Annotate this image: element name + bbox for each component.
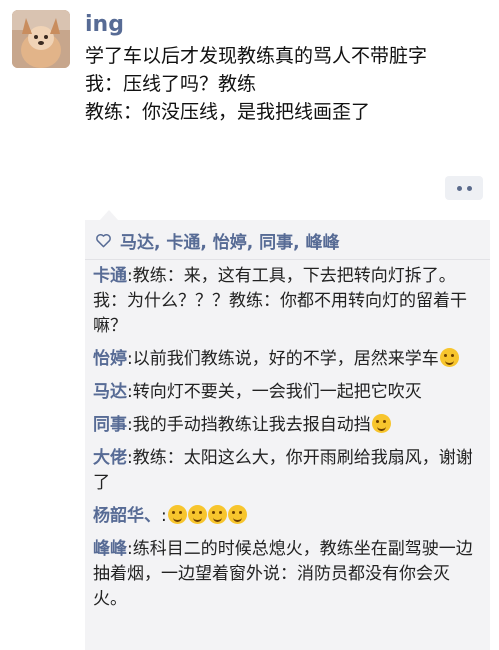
laughing-face-emoji-icon <box>207 505 227 524</box>
comment-item[interactable]: 卡通:教练：来，这有工具，下去把转向灯拆了。我：为什么？？？教练：你都不用转向灯… <box>93 264 482 339</box>
comment-item[interactable]: 大佬:教练：太阳这么大，你开雨刷给我扇风，谢谢了 <box>93 446 482 496</box>
comment-text: 我的手动挡教练让我去报自动挡 <box>132 415 371 435</box>
laughing-face-emoji-icon <box>439 348 459 367</box>
commenter-name[interactable]: 杨韶华、 <box>93 506 161 526</box>
comment-text: 转向灯不要关，一会我们一起把它吹灭 <box>132 382 422 402</box>
comment-separator: : <box>161 506 167 526</box>
heart-outline-icon <box>96 233 111 247</box>
more-button[interactable] <box>445 176 483 200</box>
comment-list: 卡通: 教练：来，这有工具，下去把转向灯拆了。我：为什么？？？教练：你都不用转向灯… <box>85 260 490 612</box>
commenter-name[interactable]: 卡通 <box>93 266 127 286</box>
commenter-name[interactable]: 大佬 <box>93 448 127 468</box>
likes-row: 马达, 卡通, 怡婷, 同事, 峰峰 <box>85 220 490 260</box>
laughing-face-emoji-icon <box>227 505 247 524</box>
post-line: 我：压线了吗？教练 <box>85 73 257 95</box>
dog-photo-avatar-icon <box>12 10 70 68</box>
comment-item[interactable]: 杨韶华、: <box>93 504 482 529</box>
more-dots-icon <box>456 185 462 191</box>
comment-item[interactable]: 峰峰:练科目二的时候总熄火，教练坐在副驾驶一边抽着烟，一边望着窗外说：消防员都没… <box>93 537 482 612</box>
commenter-name[interactable]: 马达 <box>93 382 127 402</box>
post-line: 学了车以后才发现教练真的骂人不带脏字 <box>85 45 428 67</box>
avatar[interactable] <box>12 10 70 68</box>
laughing-face-emoji-icon <box>371 414 391 433</box>
comment-item[interactable]: 同事:我的手动挡教练让我去报自动挡 <box>93 413 482 438</box>
comment-text: 教练：来，这有工具，下去把转向灯拆了。我：为什么？？？教练：你都不用转向灯的留着… <box>93 266 467 336</box>
commenter-name[interactable]: 峰峰 <box>93 539 127 559</box>
author-name[interactable]: ing <box>85 12 124 37</box>
commenter-name[interactable]: 同事 <box>93 415 127 435</box>
post-content: 学了车以后才发现教练真的骂人不带脏字 我：压线了吗？教练 教练：你没压线，是我把… <box>85 42 485 126</box>
likes-names[interactable]: 马达, 卡通, 怡婷, 同事, 峰峰 <box>120 228 340 253</box>
post-line: 教练：你没压线，是我把线画歪了 <box>85 101 371 123</box>
comment-text: 练科目二的时候总熄火，教练坐在副驾驶一边抽着烟，一边望着窗外说：消防员都没有你会… <box>93 539 473 609</box>
commenter-name[interactable]: 怡婷 <box>93 349 127 369</box>
more-dots-icon <box>466 185 472 191</box>
comment-text: 教练：太阳这么大，你开雨刷给我扇风，谢谢了 <box>93 448 473 493</box>
laughing-face-emoji-icon <box>187 505 207 524</box>
comment-item[interactable]: 马达:转向灯不要关，一会我们一起把它吹灭 <box>93 380 482 405</box>
panel-pointer <box>100 210 118 220</box>
comment-item[interactable]: 怡婷:以前我们教练说，好的不学，居然来学车 <box>93 347 482 372</box>
interaction-panel: 马达, 卡通, 怡婷, 同事, 峰峰 卡通: 教练：来，这有工具，下去把转向灯拆了… <box>85 220 490 650</box>
comment-text: 以前我们教练说，好的不学，居然来学车 <box>132 349 439 369</box>
laughing-face-emoji-icon <box>167 505 187 524</box>
